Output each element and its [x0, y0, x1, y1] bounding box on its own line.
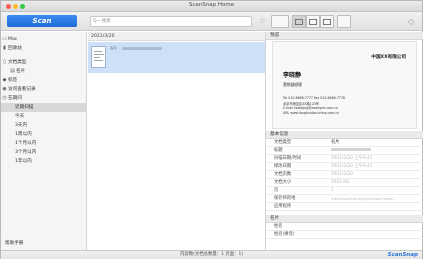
layout-toggle-button[interactable] [271, 15, 289, 28]
card-job-title: 营销部经理 [283, 82, 302, 87]
basic-info-section-header[interactable]: 基本信息 [266, 131, 423, 139]
property-row: 应用程序 [266, 203, 423, 211]
card-thumbnail[interactable] [91, 46, 106, 68]
property-row: 保存目的地/Users/user/Library/ScanSnap Home/.… [266, 195, 423, 203]
card-line: URL www.fanghuidao.china.com.cn [283, 111, 340, 115]
card-icon: ▤ [10, 68, 15, 74]
sidebar-item-recent[interactable]: 近期扫描 [1, 103, 87, 112]
property-row: 文档页数 2021/3/20 [266, 171, 423, 179]
card-person-name: 李晓静 [283, 72, 302, 79]
scan-button[interactable]: Scan [7, 15, 77, 27]
blurred-value [331, 148, 371, 151]
sidebar-item-history[interactable]: ◉访问查看记录 [1, 85, 87, 94]
tag-icon: ◆ [2, 77, 7, 83]
sidebar-item-tags[interactable]: ◆ 标签 [1, 76, 87, 85]
trash-icon: ▮ [3, 45, 6, 51]
grid-view-button[interactable] [292, 15, 306, 28]
property-row: 页1 [266, 187, 423, 195]
sidebar-item-card[interactable]: ▤名片 [1, 67, 87, 76]
computer-icon: ▭ [2, 36, 7, 42]
sidebar: ▭Mac ▮ 回收站 ▯ 文档类型 ▤名片 ◆ 标签 ◉访问查看记录 ◷在期间 近期扫… [1, 32, 87, 250]
list-date-header: 2021/3/20 [88, 32, 265, 41]
property-row: 文档大小 2021 KB [266, 179, 423, 187]
document-list: 2021/3/20 名片 [88, 32, 265, 250]
drop-icon[interactable]: ◇ [408, 17, 414, 26]
sidebar-item-doctype[interactable]: ▯ 文档类型 [1, 58, 87, 67]
status-bar: 内容数(文档总数量：1 页面：1) ScanSnap [1, 250, 422, 259]
grid-icon [295, 19, 303, 25]
card-info-section-header[interactable]: 名片 [266, 215, 423, 223]
property-row: 标题 [266, 147, 423, 155]
card-company: 中国XX有限公司 [371, 55, 406, 60]
sidebar-help-link[interactable]: 帮助手册 [5, 240, 23, 246]
list-icon [323, 19, 331, 25]
clock-icon: ◷ [2, 95, 7, 101]
sidebar-item-trash[interactable]: ▮ 回收站 [1, 44, 87, 53]
card-line: Tel 010-6666-7777 Fax 010-6666-7778 [283, 96, 345, 100]
search-input[interactable]: Q~ 搜索 [90, 16, 252, 27]
sidebar-item-period[interactable]: ◷在期间 [1, 94, 87, 103]
sidebar-item-mac[interactable]: ▭Mac [1, 35, 87, 44]
doc-icon: ▯ [3, 59, 6, 65]
window-title: ScanSnap Home [188, 2, 235, 8]
sidebar-item-today[interactable]: 今天 [1, 112, 87, 121]
card-preview: 中国XX有限公司 李晓静 营销部经理 Tel 010-6666-7777 Fax… [272, 41, 417, 129]
title-bar: ScanSnap Home [1, 1, 422, 12]
list-item-name-blurred [122, 47, 162, 50]
sidebar-item-1month[interactable]: 1个月以内 [1, 139, 87, 148]
property-row: 姓名 [266, 223, 423, 231]
tile-view-button[interactable] [306, 15, 320, 28]
sidebar-item-1year[interactable]: 1年以内 [1, 157, 87, 166]
sidebar-item-3days[interactable]: 3天内 [1, 121, 87, 130]
history-icon: ◉ [2, 86, 7, 92]
detail-panel-button[interactable] [337, 15, 351, 28]
toolbar: Scan Q~ 搜索 ☆ ◇ [1, 12, 422, 31]
tile-icon [309, 19, 317, 25]
list-view-button[interactable] [320, 15, 334, 28]
status-message: 内容数(文档总数量：1 页面：1) [179, 252, 244, 257]
sidebar-item-3months[interactable]: 3个月以内 [1, 148, 87, 157]
preview-section-header[interactable]: 预览 [266, 32, 423, 40]
sidebar-item-1week[interactable]: 1周以内 [1, 130, 87, 139]
star-icon[interactable]: ☆ [259, 16, 266, 26]
property-row: 修改日期 2021/3/20 上午9:41 [266, 163, 423, 171]
list-item-tag: 名片 [110, 46, 117, 50]
brand-logo: ScanSnap [387, 252, 418, 258]
detail-panel: 预览 中国XX有限公司 李晓静 营销部经理 Tel 010-6666-7777 … [265, 32, 423, 250]
property-row: 姓名(拼音) [266, 231, 423, 239]
card-line: E-mail lixiaojing@example.com.cn [283, 106, 338, 110]
property-row: 扫描日期/时间 2021/3/20 上午9:41 [266, 155, 423, 163]
property-row: 文档类型 名片 [266, 139, 423, 147]
app-window: ScanSnap Home Scan Q~ 搜索 ☆ ◇ ▭Mac ▮ 回收站 ▯… [0, 0, 423, 259]
